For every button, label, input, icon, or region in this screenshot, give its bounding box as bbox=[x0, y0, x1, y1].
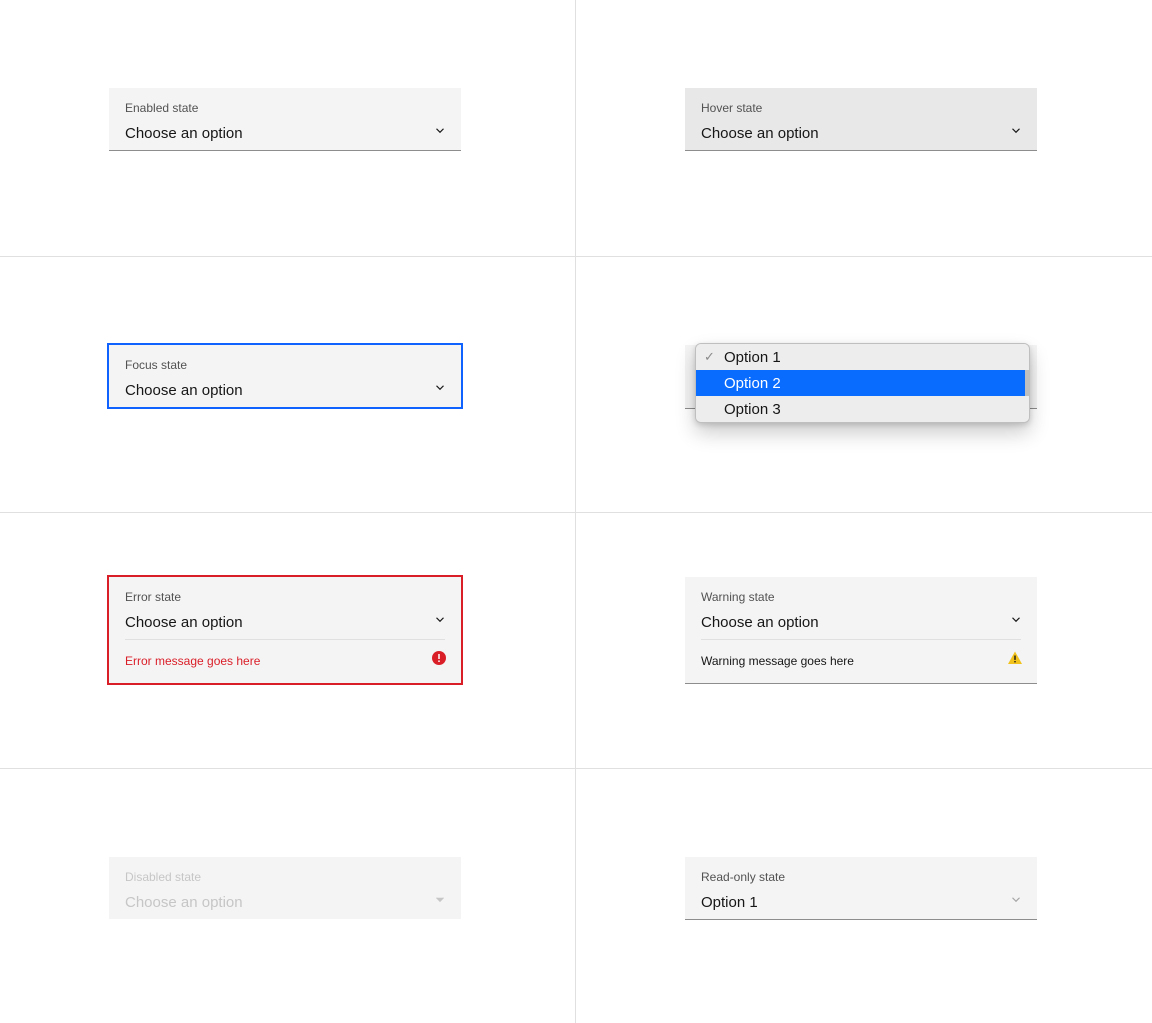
select-label: Warning state bbox=[685, 577, 1037, 605]
select-warning[interactable]: Warning state Choose an option Warning m… bbox=[685, 577, 1037, 684]
cell-error: Error state Choose an option Error messa… bbox=[0, 512, 576, 768]
cell-open: ✓ Option 1 Option 2 Option 3 bbox=[576, 256, 1152, 512]
chevron-down-icon bbox=[1009, 893, 1023, 912]
select-hover[interactable]: Hover state Choose an option bbox=[685, 88, 1037, 151]
chevron-down-icon bbox=[1009, 124, 1023, 143]
cell-readonly: Read-only state Option 1 bbox=[576, 768, 1152, 1023]
select-states-grid: Enabled state Choose an option Hover sta… bbox=[0, 0, 1152, 1023]
select-disabled: Disabled state Choose an option bbox=[109, 857, 461, 919]
select-readonly: Read-only state Option 1 bbox=[685, 857, 1037, 920]
select-value: Choose an option bbox=[125, 894, 243, 911]
menu-item-label: Option 3 bbox=[724, 401, 781, 418]
menu-item-option-3[interactable]: Option 3 bbox=[696, 396, 1029, 422]
chevron-down-icon bbox=[433, 613, 447, 632]
chevron-down-icon bbox=[433, 381, 447, 400]
select-error[interactable]: Error state Choose an option Error messa… bbox=[109, 577, 461, 683]
error-message: Error message goes here bbox=[125, 654, 260, 668]
cell-disabled: Disabled state Choose an option bbox=[0, 768, 576, 1023]
menu-item-label: Option 2 bbox=[724, 375, 781, 392]
warning-icon bbox=[1007, 650, 1023, 671]
menu-item-label: Option 1 bbox=[724, 349, 781, 366]
chevron-down-icon bbox=[1009, 613, 1023, 632]
select-value: Choose an option bbox=[701, 614, 819, 631]
select-value: Choose an option bbox=[125, 614, 243, 631]
error-icon bbox=[431, 650, 447, 671]
select-focus[interactable]: Focus state Choose an option bbox=[109, 345, 461, 407]
select-value: Option 1 bbox=[701, 894, 758, 911]
chevron-down-icon bbox=[433, 124, 447, 143]
select-label: Error state bbox=[109, 577, 461, 605]
check-icon: ✓ bbox=[704, 349, 715, 365]
select-label: Enabled state bbox=[109, 88, 461, 116]
cell-warning: Warning state Choose an option Warning m… bbox=[576, 512, 1152, 768]
select-enabled[interactable]: Enabled state Choose an option bbox=[109, 88, 461, 151]
menu-item-option-2[interactable]: Option 2 bbox=[696, 370, 1029, 396]
warning-message: Warning message goes here bbox=[701, 654, 854, 668]
cell-focus: Focus state Choose an option bbox=[0, 256, 576, 512]
select-label: Read-only state bbox=[685, 857, 1037, 885]
select-value: Choose an option bbox=[701, 125, 819, 142]
menu-item-option-1[interactable]: ✓ Option 1 bbox=[696, 344, 1029, 370]
select-menu: ✓ Option 1 Option 2 Option 3 bbox=[695, 343, 1030, 423]
chevron-down-icon bbox=[433, 893, 447, 912]
select-label: Focus state bbox=[109, 345, 461, 373]
select-value: Choose an option bbox=[125, 382, 243, 399]
cell-hover: Hover state Choose an option bbox=[576, 0, 1152, 256]
select-label: Disabled state bbox=[109, 857, 461, 885]
select-value: Choose an option bbox=[125, 125, 243, 142]
select-label: Hover state bbox=[685, 88, 1037, 116]
cell-enabled: Enabled state Choose an option bbox=[0, 0, 576, 256]
